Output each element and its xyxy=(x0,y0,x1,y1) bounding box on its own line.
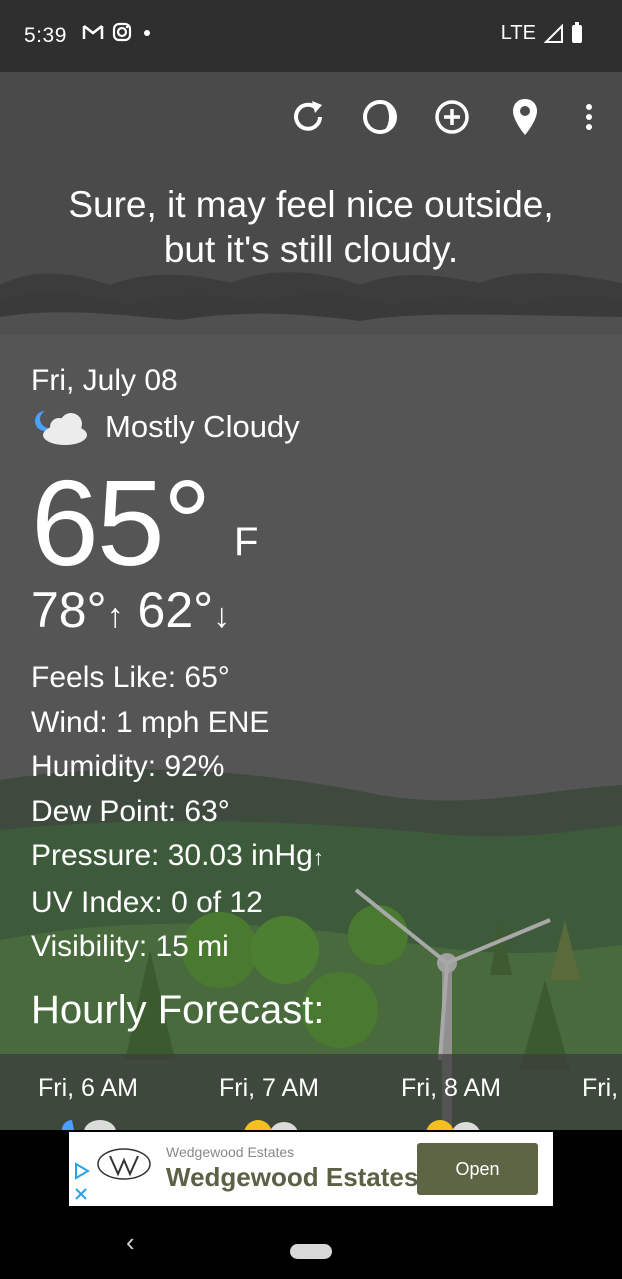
temperature-unit: F xyxy=(234,520,259,564)
location-button[interactable] xyxy=(503,95,547,139)
sun-cloud-icon xyxy=(426,1120,480,1130)
close-icon[interactable] xyxy=(73,1186,89,1202)
headline-line-1: Sure, it may feel nice outside, xyxy=(68,184,554,225)
ad-choices-icon[interactable] xyxy=(73,1162,91,1180)
hourly-item-label[interactable]: Fri, 7 AM xyxy=(219,1074,319,1103)
ad-sponsor: Wedgewood Estates xyxy=(166,1144,295,1160)
sun-cloud-icon xyxy=(244,1120,298,1130)
condition-text: Mostly Cloudy xyxy=(105,409,300,444)
feels-like: Feels Like: 65° xyxy=(31,661,230,694)
temperature-row: 65° F xyxy=(31,458,591,588)
pressure-row: Pressure: 30.03 inHg↑ xyxy=(31,834,591,881)
pressure-rising-icon: ↑ xyxy=(312,845,324,870)
battery-icon xyxy=(572,21,582,43)
wind: Wind: 1 mph ENE xyxy=(31,705,270,739)
dew-point: Dew Point: 63° xyxy=(31,794,230,828)
status-system-icons: LTE xyxy=(500,21,582,45)
ad-title: Wedgewood Estates xyxy=(166,1162,419,1192)
hourly-forecast-strip[interactable]: Fri, 6 AM Fri, 7 AM Fri, 8 AM Fri, xyxy=(0,1054,622,1130)
uv-index: UV Index: 0 of 12 xyxy=(31,885,263,919)
network-label: LTE xyxy=(500,22,536,44)
back-icon[interactable]: ‹ xyxy=(126,1227,135,1258)
headline-line-2: but it's still cloudy. xyxy=(163,229,459,270)
hourly-item-label[interactable]: Fri, 6 AM xyxy=(38,1074,138,1103)
hourly-item-label[interactable]: Fri, 8 AM xyxy=(401,1074,501,1103)
add-location-icon xyxy=(435,100,469,134)
more-vert-icon xyxy=(586,104,592,130)
moon-cloud-icon xyxy=(62,1120,116,1130)
arrow-down-icon: ↓ xyxy=(213,597,231,635)
hourly-item-label[interactable]: Fri, xyxy=(582,1074,618,1103)
signal-icon xyxy=(544,23,563,43)
advertiser-logo-icon xyxy=(97,1148,151,1180)
visibility: Visibility: 15 mi xyxy=(31,930,229,963)
ad-open-button[interactable]: Open xyxy=(417,1143,538,1195)
theme-button[interactable] xyxy=(358,95,402,139)
ad-banner[interactable]: Wedgewood Estates Wedgewood Estates Open xyxy=(69,1132,553,1206)
location-pin-icon xyxy=(513,99,537,135)
refresh-icon xyxy=(294,101,322,131)
add-location-button[interactable] xyxy=(430,95,474,139)
more-options-button[interactable] xyxy=(567,95,611,139)
headline: Sure, it may feel nice outside, but it's… xyxy=(30,182,592,272)
condition-row: Mostly Cloudy xyxy=(31,406,591,448)
high-low-row: 78°↑ 62°↓ xyxy=(31,582,591,644)
dot-icon xyxy=(144,30,150,36)
ad-banner-area: Wedgewood Estates Wedgewood Estates Open xyxy=(0,1130,622,1209)
status-bar: 5:39 LTE xyxy=(0,0,622,72)
refresh-button[interactable] xyxy=(286,95,330,139)
pressure: Pressure: 30.03 inHg xyxy=(31,839,313,872)
hourly-forecast-title: Hourly Forecast: xyxy=(31,988,325,1032)
weather-details: Feels Like: 65° Wind: 1 mph ENE Humidity… xyxy=(31,656,591,970)
theme-icon xyxy=(363,100,397,134)
instagram-icon xyxy=(112,22,132,42)
status-time: 5:39 xyxy=(24,24,67,47)
system-navigation-bar: ‹ xyxy=(0,1209,622,1279)
current-date: Fri, July 08 xyxy=(31,364,178,397)
mostly-cloudy-night-icon xyxy=(35,411,87,445)
humidity: Humidity: 92% xyxy=(31,750,225,783)
home-pill[interactable] xyxy=(290,1244,332,1259)
arrow-up-icon: ↑ xyxy=(106,597,124,635)
current-temperature: 65° xyxy=(31,455,211,591)
current-weather: Fri, July 08 Mostly Cloudy 65° F 78°↑ 62… xyxy=(31,362,591,970)
toolbar xyxy=(0,95,622,139)
gmail-icon xyxy=(82,25,104,39)
status-notification-icons xyxy=(82,22,154,42)
